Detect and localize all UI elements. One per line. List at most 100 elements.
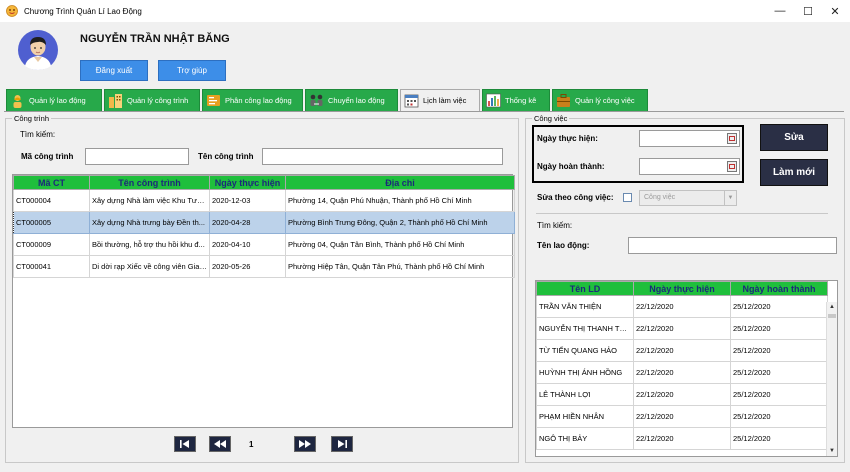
column-header[interactable]: Tên LD xyxy=(536,281,634,296)
transfer-icon xyxy=(310,94,323,106)
help-button[interactable]: Trợ giúp xyxy=(158,60,226,81)
table-row[interactable]: LÊ THÀNH LỢI 22/12/2020 25/12/2020 xyxy=(536,383,828,406)
job-dropdown-placeholder: Công việc xyxy=(644,194,676,201)
next-page-button[interactable] xyxy=(294,436,316,452)
tab-label: Chuyển lao động xyxy=(328,96,385,105)
tab-label: Thống kê xyxy=(505,96,537,105)
table-cell: 25/12/2020 xyxy=(730,339,828,362)
column-header[interactable]: Ngày thực hiện xyxy=(209,175,286,190)
table-cell: PHẠM HIỀN NHÂN xyxy=(536,405,634,428)
table-cell: 2020-12-03 xyxy=(209,189,286,212)
last-page-button[interactable] xyxy=(331,436,353,452)
table-row[interactable]: HUỲNH THỊ ÁNH HỒNG 22/12/2020 25/12/2020 xyxy=(536,361,828,384)
save-button[interactable]: Sửa xyxy=(760,124,828,151)
projects-header-row: Mã CT Tên công trình Ngày thực hiện Địa … xyxy=(13,175,515,190)
tab-worker-management[interactable]: Quản lý lao động xyxy=(6,89,102,111)
scroll-thumb[interactable] xyxy=(828,314,836,318)
end-date-picker[interactable] xyxy=(639,158,740,175)
chevron-down-icon: ▼ xyxy=(724,191,736,205)
jobs-group-title: Công việc xyxy=(532,114,570,123)
maximize-icon: ☐ xyxy=(803,5,813,18)
table-row[interactable]: CT000041 Di dời rạp Xiếc về công viên Gi… xyxy=(13,255,515,278)
first-page-button[interactable] xyxy=(174,436,196,452)
table-cell: NGÔ THỊ BẢY xyxy=(536,427,634,450)
close-icon: ✕ xyxy=(830,5,840,18)
scroll-down-icon[interactable]: ▼ xyxy=(827,446,837,456)
workers-header-row: Tên LD Ngày thực hiện Ngày hoàn thành xyxy=(536,281,828,296)
minimize-button[interactable]: — xyxy=(765,0,795,22)
table-cell: CT000004 xyxy=(13,189,90,212)
table-cell: TỪ TIẾN QUANG HẢO xyxy=(536,339,634,362)
page-number: 1 xyxy=(249,440,254,449)
tab-job-management[interactable]: Quản lý công việc xyxy=(552,89,648,111)
close-button[interactable]: ✕ xyxy=(820,0,850,22)
table-cell: 2020-04-10 xyxy=(209,233,286,256)
table-cell: Phường 14, Quận Phú Nhuận, Thành phố Hồ … xyxy=(285,189,515,212)
table-cell: 22/12/2020 xyxy=(633,405,731,428)
table-cell: 22/12/2020 xyxy=(633,295,731,318)
user-header: NGUYỄN TRẦN NHẬT BĂNG Đăng xuất Trợ giúp xyxy=(0,22,850,88)
window-title: Chương Trình Quản Lí Lao Động xyxy=(24,6,142,16)
table-cell: 2020-04-28 xyxy=(209,211,286,234)
job-dropdown[interactable]: Công việc ▼ xyxy=(639,190,737,206)
start-date-calendar-button[interactable] xyxy=(727,133,737,144)
table-row[interactable]: CT000009 Bồi thường, hỗ trợ thu hồi khu … xyxy=(13,233,515,256)
project-name-input[interactable] xyxy=(262,148,503,165)
table-cell: Phường Bình Trưng Đông, Quận 2, Thành ph… xyxy=(285,211,515,234)
project-name-label: Tên công trình xyxy=(198,152,254,161)
tab-statistics[interactable]: Thống kê xyxy=(482,89,550,111)
table-cell: CT000009 xyxy=(13,233,90,256)
column-header[interactable]: Tên công trình xyxy=(89,175,210,190)
maximize-button[interactable]: ☐ xyxy=(793,0,823,22)
table-row[interactable]: NGUYỄN THỊ THANH TH... 22/12/2020 25/12/… xyxy=(536,317,828,340)
table-row[interactable]: PHẠM HIỀN NHÂN 22/12/2020 25/12/2020 xyxy=(536,405,828,428)
previous-page-button[interactable] xyxy=(209,436,231,452)
table-row[interactable]: TỪ TIẾN QUANG HẢO 22/12/2020 25/12/2020 xyxy=(536,339,828,362)
table-cell: NGUYỄN THỊ THANH TH... xyxy=(536,317,634,340)
column-header[interactable]: Ngày thực hiện xyxy=(633,281,731,296)
column-header[interactable]: Địa chỉ xyxy=(285,175,515,190)
table-cell: 25/12/2020 xyxy=(730,405,828,428)
main-tabs: Quản lý lao động Quản lý công trình Phân… xyxy=(6,89,650,111)
briefcase-icon xyxy=(557,94,570,107)
table-row[interactable]: NGÔ THỊ BẢY 22/12/2020 25/12/2020 xyxy=(536,427,828,450)
tab-worker-assignment[interactable]: Phân công lao động xyxy=(202,89,303,111)
worker-search-label: Tìm kiếm: xyxy=(537,221,573,230)
column-header[interactable]: Ngày hoàn thành xyxy=(730,281,828,296)
tab-project-management[interactable]: Quản lý công trình xyxy=(104,89,200,111)
tab-work-schedule[interactable]: Lịch làm việc xyxy=(400,89,480,111)
table-cell: 22/12/2020 xyxy=(633,339,731,362)
tab-divider xyxy=(4,111,844,112)
projects-grid: Mã CT Tên công trình Ngày thực hiện Địa … xyxy=(12,174,515,428)
app-icon xyxy=(6,5,18,17)
calendar-icon xyxy=(404,94,419,108)
table-row-selected[interactable]: CT000005 Xây dựng Nhà trưng bày Đền th..… xyxy=(13,211,515,234)
project-code-input[interactable] xyxy=(85,148,189,165)
table-cell: 2020-05-26 xyxy=(209,255,286,278)
table-cell: Phường Hiệp Tân, Quận Tân Phú, Thành phố… xyxy=(285,255,515,278)
refresh-button[interactable]: Làm mới xyxy=(760,159,828,186)
worker-name-input[interactable] xyxy=(628,237,837,254)
start-date-picker[interactable] xyxy=(639,130,740,147)
workers-scrollbar[interactable]: ▲ ▼ xyxy=(826,302,837,456)
table-cell: 22/12/2020 xyxy=(633,361,731,384)
table-row[interactable]: CT000004 Xây dựng Nhà làm việc Khu Tưở..… xyxy=(13,189,515,212)
avatar xyxy=(18,30,58,70)
worker-icon xyxy=(13,95,22,108)
rewind-icon xyxy=(214,440,226,448)
logout-button[interactable]: Đăng xuất xyxy=(80,60,148,81)
column-header[interactable]: Mã CT xyxy=(13,175,90,190)
end-date-calendar-button[interactable] xyxy=(727,161,737,172)
table-row[interactable]: TRẦN VĂN THIỆN 22/12/2020 25/12/2020 xyxy=(536,295,828,318)
scroll-up-icon[interactable]: ▲ xyxy=(827,302,837,312)
calendar-icon xyxy=(729,164,735,169)
worker-name-label: Tên lao động: xyxy=(537,241,590,250)
table-cell: LÊ THÀNH LỢI xyxy=(536,383,634,406)
table-cell: 25/12/2020 xyxy=(730,427,828,450)
tab-worker-transfer[interactable]: Chuyển lao động xyxy=(305,89,398,111)
table-cell: 22/12/2020 xyxy=(633,317,731,340)
table-cell: Xây dựng Nhà làm việc Khu Tưở... xyxy=(89,189,210,212)
user-name: NGUYỄN TRẦN NHẬT BĂNG xyxy=(80,33,230,45)
tab-label: Quản lý công trình xyxy=(127,96,189,105)
edit-by-job-checkbox[interactable] xyxy=(623,193,632,202)
